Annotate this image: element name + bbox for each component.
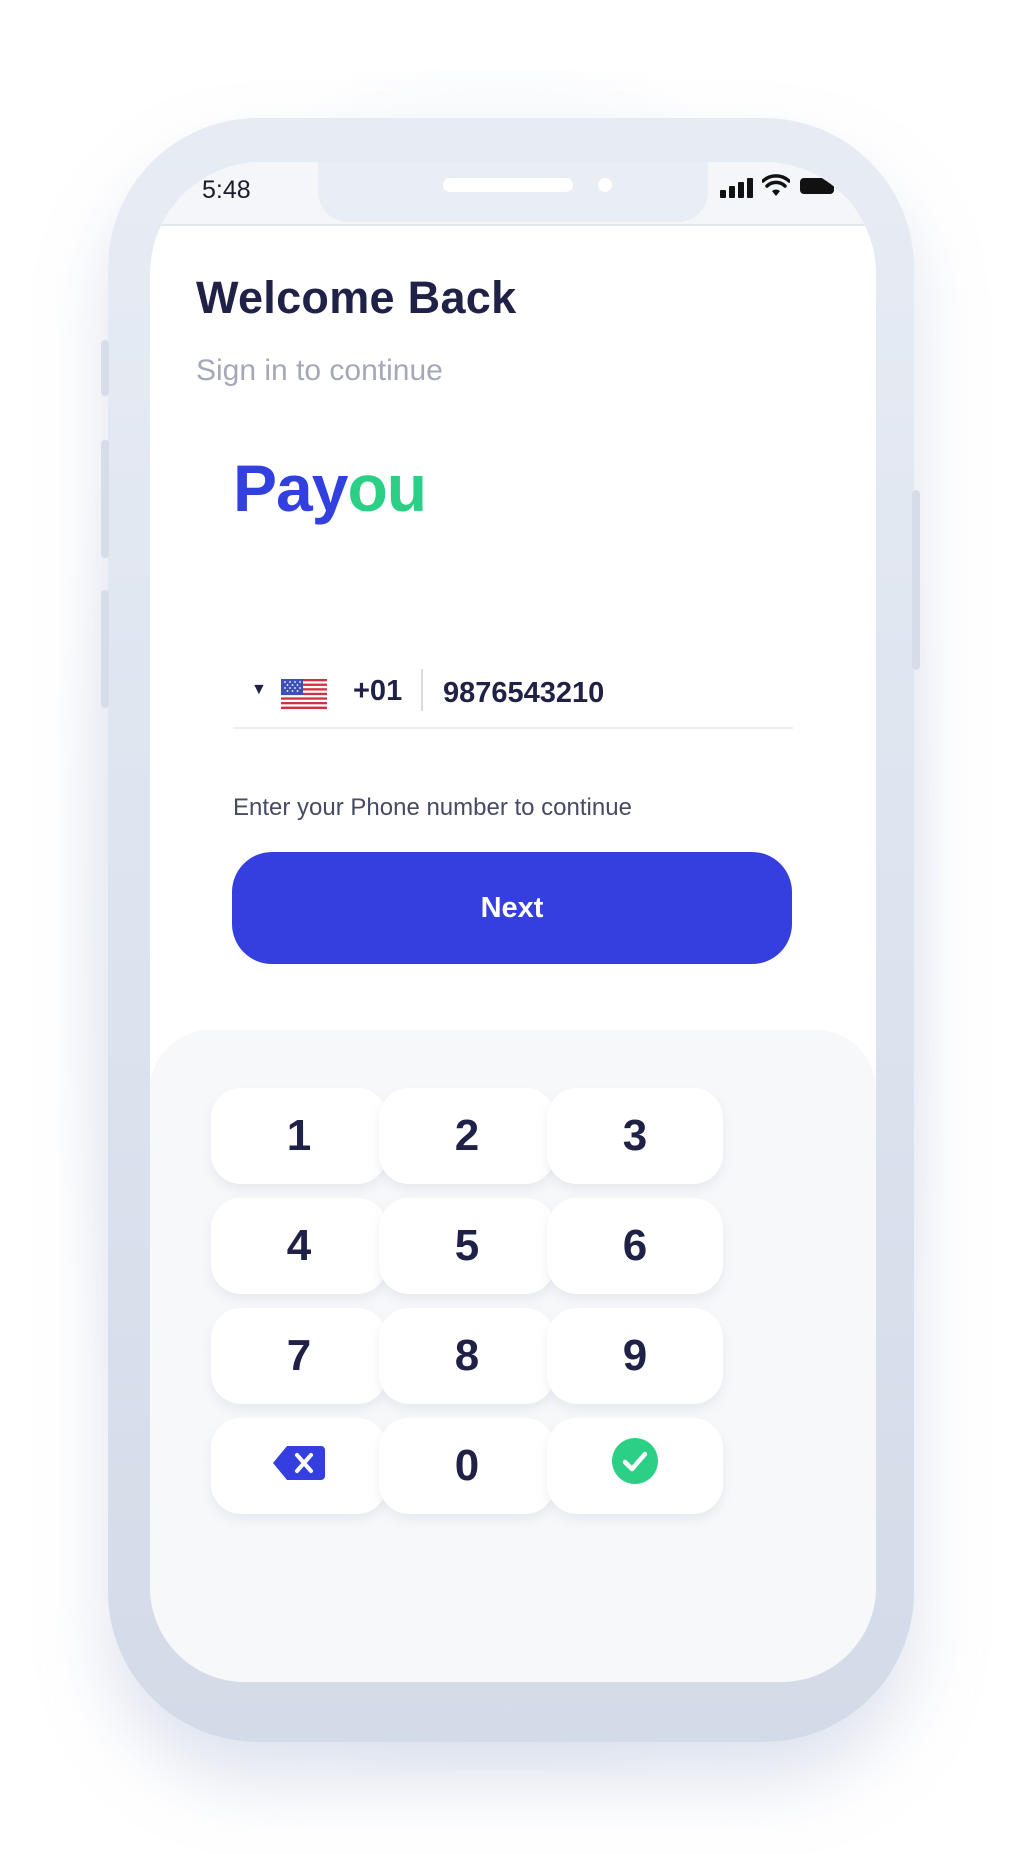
key-4[interactable]: 4 [211, 1198, 387, 1294]
notch [318, 162, 708, 222]
payou-logo: Payou [233, 450, 427, 526]
phone-number-input[interactable] [443, 671, 773, 715]
key-5[interactable]: 5 [379, 1198, 555, 1294]
key-8[interactable]: 8 [379, 1308, 555, 1404]
backspace-key[interactable] [211, 1418, 387, 1514]
battery-icon [800, 178, 839, 194]
logo-part-pay: Pay [233, 451, 348, 525]
check-circle-icon [611, 1437, 659, 1496]
chevron-down-icon[interactable]: ▼ [251, 681, 267, 699]
phone-side-button-left-1 [101, 340, 109, 396]
country-code[interactable]: +01 [353, 675, 402, 708]
numeric-keypad: 1 2 3 4 5 6 7 8 9 0 [150, 1030, 876, 1682]
status-bar: 5:48 [150, 162, 876, 226]
key-2[interactable]: 2 [379, 1088, 555, 1184]
phone-side-button-left-2 [101, 440, 109, 558]
phone-side-button-right [912, 490, 920, 670]
phone-hint: Enter your Phone number to continue [233, 794, 632, 821]
phone-screen: 5:48 Welcome Back Sign in to continue Pa… [150, 162, 876, 1682]
key-0[interactable]: 0 [379, 1418, 555, 1514]
key-6[interactable]: 6 [547, 1198, 723, 1294]
key-1[interactable]: 1 [211, 1088, 387, 1184]
signal-icon [720, 176, 756, 198]
us-flag-icon[interactable] [281, 679, 327, 709]
phone-side-button-left-3 [101, 590, 109, 708]
speaker [443, 178, 573, 192]
phone-number-row: ▼ +01 [233, 667, 793, 729]
wifi-icon [761, 174, 791, 198]
page-subtitle: Sign in to continue [196, 354, 443, 387]
status-time: 5:48 [202, 176, 251, 204]
key-7[interactable]: 7 [211, 1308, 387, 1404]
confirm-key[interactable] [547, 1418, 723, 1514]
phone-field-divider [421, 669, 423, 711]
backspace-icon [273, 1441, 325, 1491]
key-9[interactable]: 9 [547, 1308, 723, 1404]
key-3[interactable]: 3 [547, 1088, 723, 1184]
next-button[interactable]: Next [232, 852, 792, 964]
page-title: Welcome Back [196, 272, 517, 323]
camera [598, 178, 612, 192]
logo-part-ou: ou [347, 451, 427, 525]
